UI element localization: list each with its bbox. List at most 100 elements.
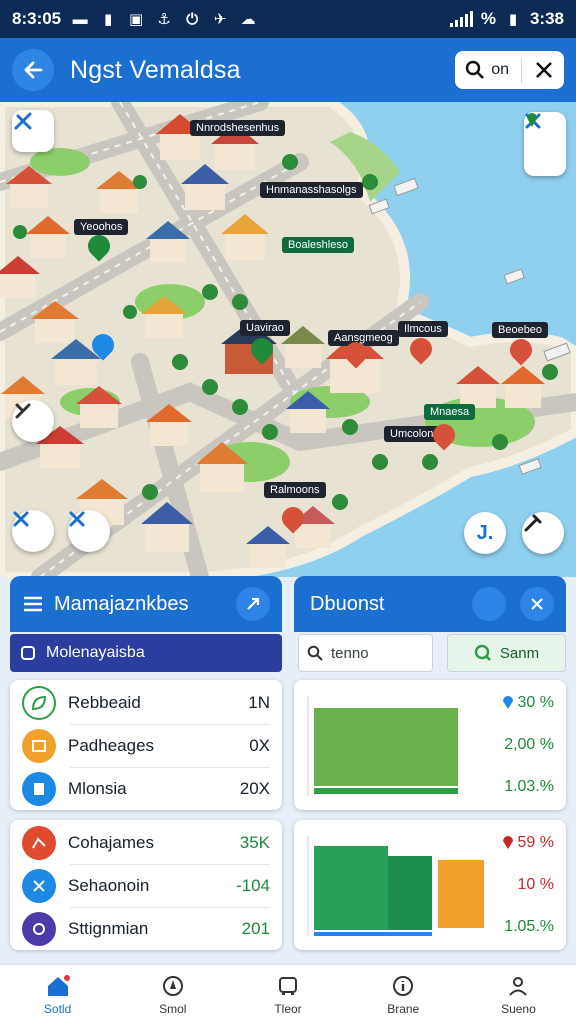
close-icon bbox=[13, 511, 29, 527]
search-input[interactable]: tenno bbox=[298, 634, 433, 672]
close-icon bbox=[69, 511, 85, 527]
search-icon bbox=[307, 645, 323, 661]
chart-bar bbox=[388, 856, 432, 930]
bottom-nav: Sotld Smol Tleor Brane Sueno bbox=[0, 964, 576, 1024]
status-bar: 8:3:05 ▬ ▮ ▣ ⚓ ⏻ ✈ ☁ % ▮ 3:38 bbox=[0, 0, 576, 38]
chart-value: 30 % bbox=[502, 694, 554, 712]
list-item[interactable]: Sttignmian 201 bbox=[22, 908, 270, 950]
compass-icon bbox=[162, 975, 183, 996]
map-label[interactable]: Hnmanasshasolgs bbox=[260, 182, 363, 198]
map-label[interactable]: Nnrodshesenhus bbox=[190, 120, 286, 136]
map-label[interactable]: Ralmoons bbox=[264, 482, 326, 498]
tools-icon: ✈ bbox=[213, 11, 227, 28]
bar-chart-2 bbox=[307, 836, 484, 936]
chart-bar bbox=[314, 708, 458, 786]
list-item-value: 0X bbox=[249, 736, 270, 755]
list-item-value: 35K bbox=[239, 833, 270, 852]
nav-home[interactable]: Sotld bbox=[0, 965, 115, 1024]
right-panel-header: Dbuonst bbox=[294, 576, 566, 632]
close-icon[interactable] bbox=[534, 60, 554, 80]
left-panel-subbar[interactable]: Molenayaisba bbox=[10, 634, 282, 672]
stats-card-2: Cohajames 35K Sehaonoin -104 Sttignmian … bbox=[10, 820, 282, 950]
nav-label: Brane bbox=[387, 1001, 420, 1016]
divider bbox=[521, 57, 522, 83]
search-placeholder: tenno bbox=[331, 644, 369, 662]
chart-bar bbox=[314, 846, 388, 930]
list-item-label: Sttignmian bbox=[68, 919, 149, 938]
search-button[interactable]: Sanm bbox=[447, 634, 566, 672]
map-tools-button[interactable] bbox=[524, 112, 566, 176]
map-label[interactable]: Aansgmeog bbox=[328, 330, 399, 346]
profile-icon bbox=[509, 976, 528, 996]
back-button[interactable] bbox=[12, 49, 54, 91]
close-map-button[interactable] bbox=[12, 510, 54, 552]
chart-value: 10 % bbox=[517, 876, 554, 893]
list-item[interactable]: Mlonsia 20X bbox=[22, 768, 270, 810]
chart-bar bbox=[438, 860, 484, 928]
list-item-label: Padheages bbox=[68, 736, 155, 755]
chart-icon bbox=[22, 826, 56, 860]
layers-icon bbox=[14, 112, 32, 130]
chart-bar-base bbox=[314, 932, 432, 936]
map-label[interactable]: Yeoohos bbox=[74, 219, 129, 235]
map-view[interactable]: Nnrodshesenhus Hnmanasshasolgs Yeoohos B… bbox=[0, 102, 576, 577]
scissors-icon bbox=[22, 869, 56, 903]
search-icon bbox=[466, 60, 485, 79]
collapse-icon bbox=[531, 598, 543, 610]
map-label[interactable]: Uavirao bbox=[240, 320, 290, 336]
list-item-value: 1N bbox=[248, 693, 270, 712]
nav-explore[interactable]: Smol bbox=[115, 965, 230, 1024]
layers-button[interactable] bbox=[12, 110, 54, 152]
message-icon: ▬ bbox=[72, 10, 88, 28]
stats-card-1: Rebbeaid 1N Padheages 0X Mlonsia 20X bbox=[10, 680, 282, 810]
cancel-route-button[interactable] bbox=[68, 510, 110, 552]
pen-icon bbox=[524, 514, 542, 532]
status-right-time: 3:38 bbox=[529, 9, 564, 28]
j-icon: J. bbox=[476, 521, 494, 544]
wrench-icon bbox=[15, 403, 31, 419]
status-time: 8:3:05 bbox=[12, 9, 62, 28]
list-item-label: Mlonsia bbox=[68, 779, 127, 798]
menu-icon[interactable] bbox=[22, 595, 44, 613]
list-item[interactable]: Sehaonoin -104 bbox=[22, 865, 270, 907]
pin-icon bbox=[527, 113, 537, 127]
list-item-value: -104 bbox=[235, 876, 270, 895]
chart-card-1: 30 % 2,00 % 1.03.% bbox=[294, 680, 566, 810]
nav-label: Sueno bbox=[501, 1001, 536, 1016]
edit-button[interactable] bbox=[522, 512, 564, 554]
search-icon bbox=[474, 644, 491, 661]
map-label[interactable]: Mnaesa bbox=[424, 404, 476, 420]
expand-button[interactable] bbox=[236, 587, 270, 621]
map-label[interactable]: Beoebeo bbox=[492, 322, 549, 338]
list-item[interactable]: Rebbeaid 1N bbox=[22, 682, 270, 724]
circle-button[interactable] bbox=[472, 587, 506, 621]
nav-info[interactable]: Brane bbox=[346, 965, 461, 1024]
list-item-label: Cohajames bbox=[68, 833, 154, 852]
list-item[interactable]: Cohajames 35K bbox=[22, 822, 270, 864]
navigate-button[interactable]: J. bbox=[464, 512, 506, 554]
home-icon bbox=[47, 974, 70, 996]
chart-card-2: 59 % 10 % 1.05.% bbox=[294, 820, 566, 950]
map-label[interactable]: Ilmcous bbox=[398, 321, 448, 337]
left-panel-subtitle: Molenayaisba bbox=[46, 644, 145, 661]
cloud-icon: ☁ bbox=[240, 11, 256, 28]
page-title: Ngst Vemaldsa bbox=[70, 55, 241, 84]
list-item[interactable]: Padheages 0X bbox=[22, 725, 270, 767]
package-icon bbox=[22, 729, 56, 763]
right-search-row: tenno Sanm bbox=[298, 634, 566, 672]
chart-bar-base bbox=[314, 788, 458, 794]
app-bar: Ngst Vemaldsa on bbox=[0, 38, 576, 102]
map-label[interactable]: Boaleshleso bbox=[282, 237, 354, 253]
info-icon bbox=[393, 975, 414, 996]
nav-profile[interactable]: Sueno bbox=[461, 965, 576, 1024]
tools-button[interactable] bbox=[12, 400, 54, 442]
bar-chart-1 bbox=[307, 696, 458, 796]
nav-transit[interactable]: Tleor bbox=[230, 965, 345, 1024]
header-search[interactable]: on bbox=[455, 51, 564, 89]
leaf-icon bbox=[22, 686, 56, 720]
collapse-button[interactable] bbox=[520, 587, 554, 621]
sim-icon: ▮ bbox=[104, 11, 113, 28]
left-panel-title: Mamajaznkbes bbox=[54, 592, 189, 615]
left-panel-header: Mamajaznkbes bbox=[10, 576, 282, 632]
bag-icon: ▣ bbox=[129, 11, 144, 28]
